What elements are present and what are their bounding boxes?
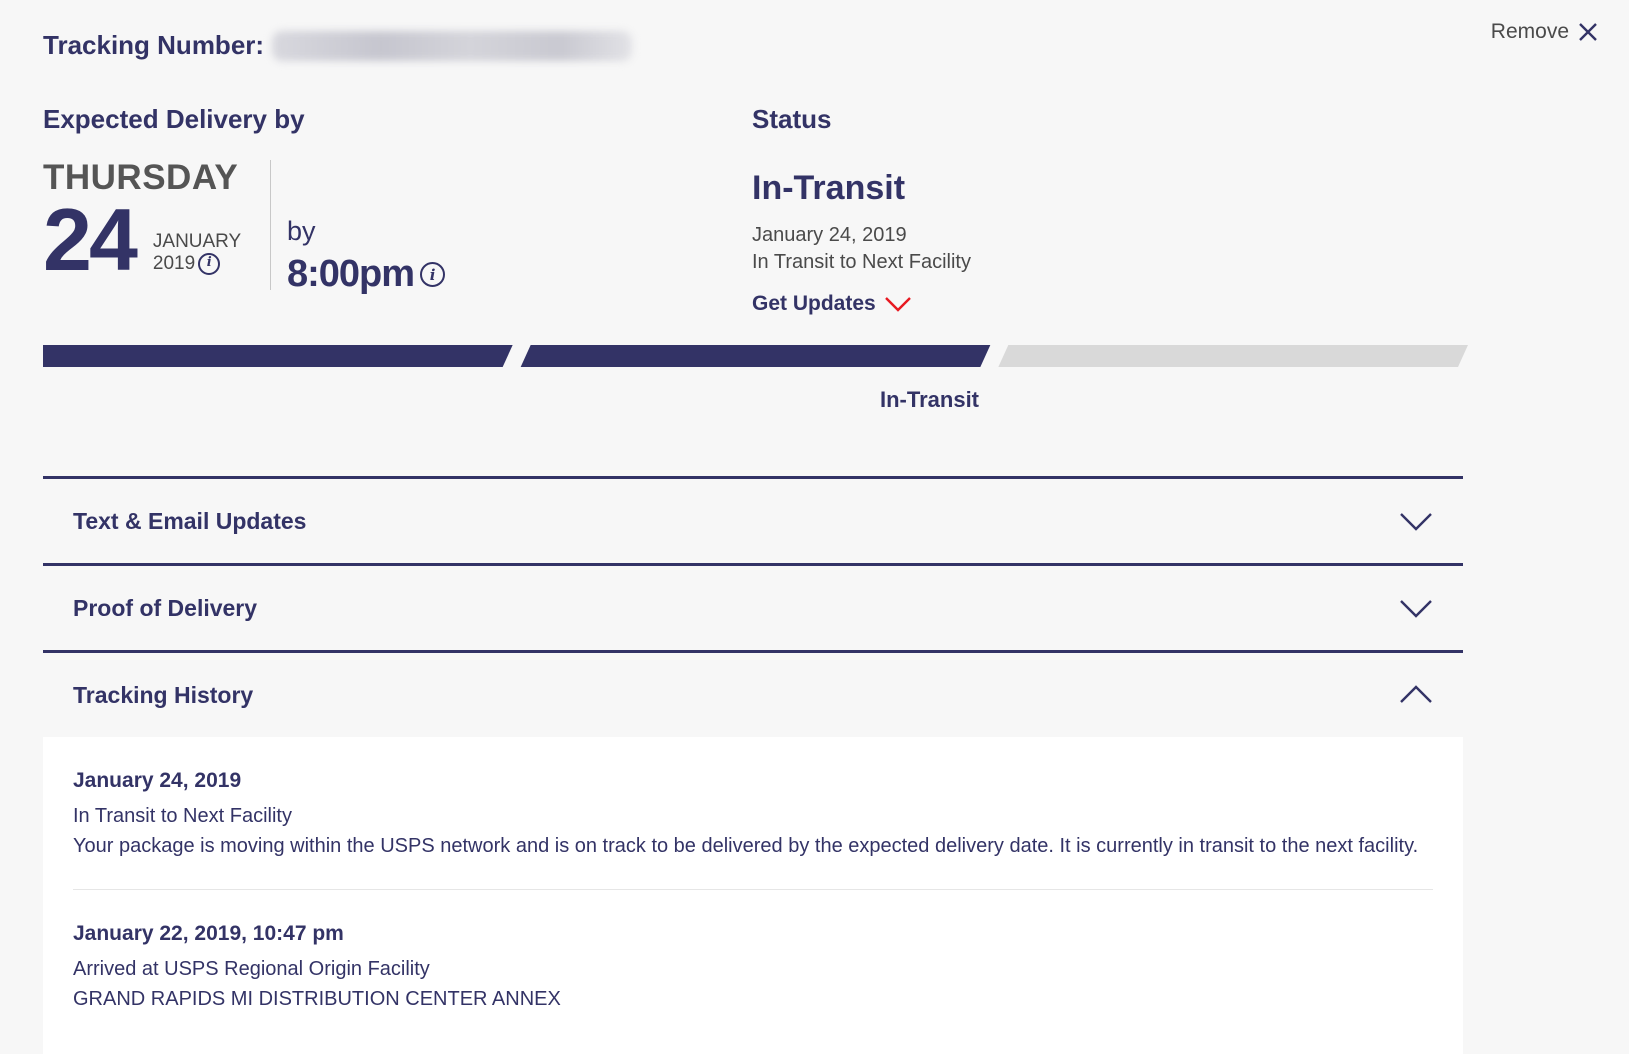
status-section: Status In-Transit January 24, 2019 In Tr… (752, 104, 971, 316)
info-icon[interactable]: i (420, 262, 446, 287)
accordion-title: Proof of Delivery (73, 594, 258, 621)
history-entry: January 24, 2019 In Transit to Next Faci… (73, 737, 1433, 890)
remove-label: Remove (1490, 20, 1569, 43)
history-date: January 22, 2019, 10:47 pm (73, 922, 344, 945)
history-detail: GRAND RAPIDS MI DISTRIBUTION CENTER ANNE… (73, 988, 561, 1010)
delivery-time: 8:00pm (287, 253, 415, 295)
history-event: Arrived at USPS Regional Origin Facility (73, 958, 430, 980)
accordion-title: Text & Email Updates (73, 507, 307, 534)
status-heading: Status (752, 104, 832, 134)
history-detail: Your package is moving within the USPS n… (73, 835, 1419, 857)
chevron-down-icon (1400, 600, 1432, 618)
remove-button[interactable]: Remove (1491, 20, 1599, 44)
accordion-text-email-updates[interactable]: Text & Email Updates (43, 476, 1463, 563)
delivery-month-year: JANUARY 2019 i (153, 231, 241, 275)
progress-segment-complete (43, 345, 513, 367)
get-updates-button[interactable]: Get Updates (752, 292, 971, 316)
status-date: January 24, 2019 (752, 224, 907, 246)
accordion-tracking-history[interactable]: Tracking History (43, 650, 1463, 737)
chevron-down-icon (1400, 513, 1432, 531)
progress-bar (43, 345, 1468, 367)
delivery-by-label: by (287, 216, 316, 246)
history-event: In Transit to Next Facility (73, 805, 292, 827)
delivery-year: 2019 (152, 252, 196, 274)
tracking-number-redacted (272, 30, 633, 61)
delivery-day: 24 (43, 190, 138, 289)
accordion: Text & Email Updates Proof of Delivery T… (43, 476, 1463, 737)
expected-delivery-date: THURSDAY 24 JANUARY 2019 i by 8:00pm i (43, 160, 446, 296)
history-entry: January 22, 2019, 10:47 pm Arrived at US… (73, 890, 1433, 1014)
chevron-down-icon (884, 297, 911, 312)
progress-segment-pending (998, 345, 1468, 367)
delivery-date-row: 24 JANUARY 2019 i (43, 190, 270, 289)
tracking-number-row: Tracking Number: (43, 30, 633, 61)
delivery-time-block: by 8:00pm i (271, 160, 446, 296)
delivery-time-row: 8:00pm i (287, 253, 446, 296)
delivery-date-left: THURSDAY 24 JANUARY 2019 i (43, 160, 271, 290)
progress-current-label: In-Transit (880, 387, 980, 412)
tracking-history-panel: January 24, 2019 In Transit to Next Faci… (43, 737, 1463, 1054)
delivery-month: JANUARY (152, 230, 242, 252)
status-description: In Transit to Next Facility (752, 251, 971, 273)
status-value: In-Transit (752, 169, 906, 207)
accordion-proof-of-delivery[interactable]: Proof of Delivery (43, 563, 1463, 650)
expected-delivery-heading: Expected Delivery by (43, 104, 305, 134)
get-updates-label: Get Updates (752, 292, 876, 315)
history-date: January 24, 2019 (73, 769, 242, 792)
tracking-number-label: Tracking Number: (43, 30, 265, 60)
progress-segment-complete (520, 345, 991, 367)
chevron-up-icon (1400, 685, 1432, 703)
accordion-title: Tracking History (73, 681, 254, 708)
info-icon[interactable]: i (198, 252, 221, 275)
close-icon (1579, 23, 1597, 41)
